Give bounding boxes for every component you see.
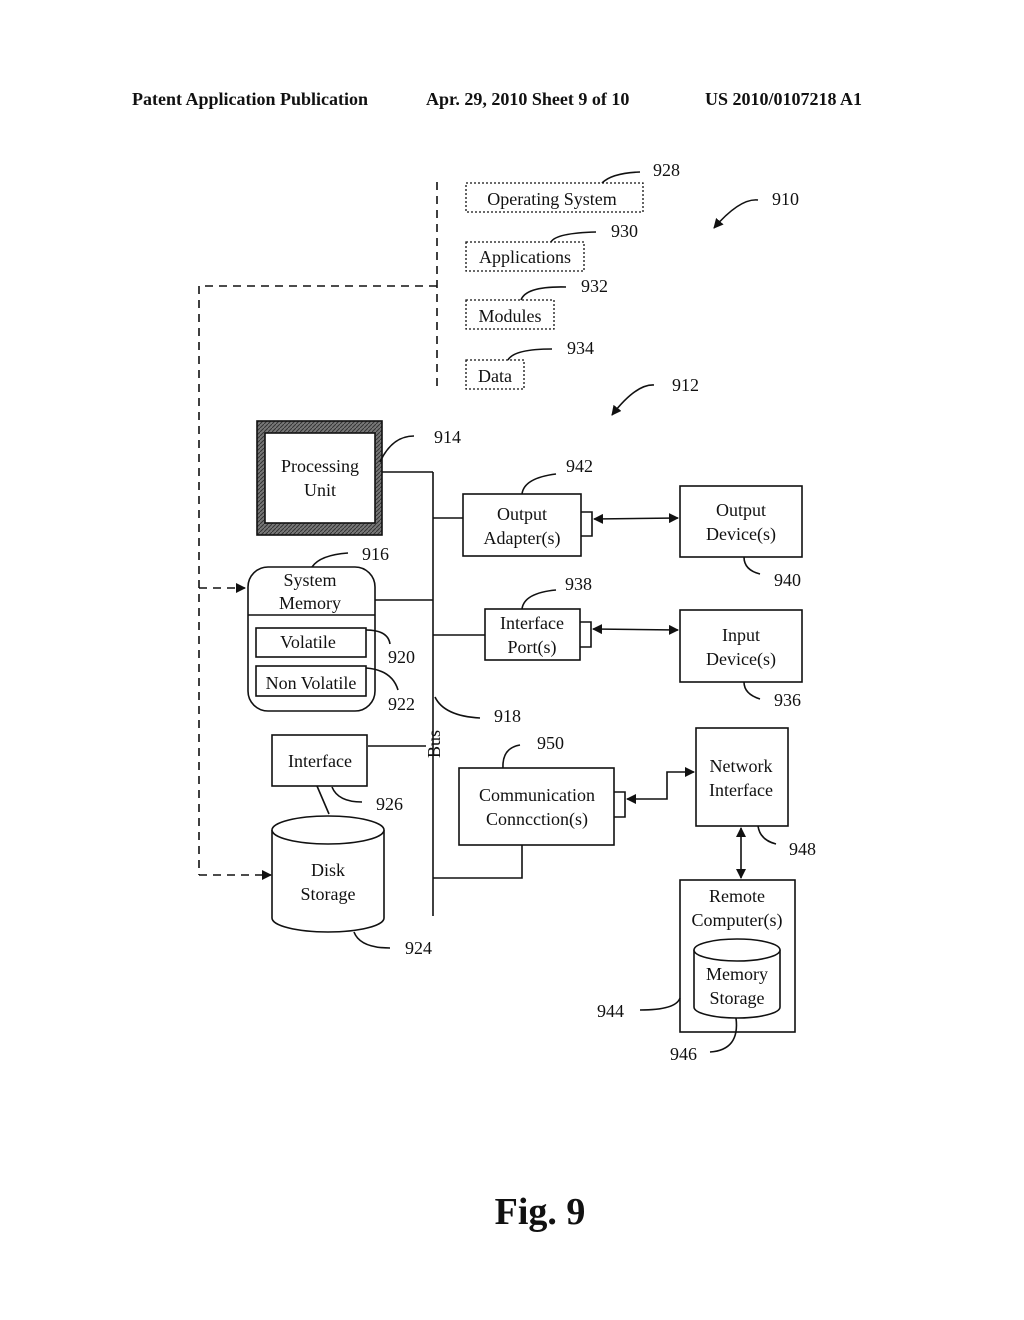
- output-device-label-2: Device(s): [706, 524, 776, 545]
- disk-storage-label-2: Storage: [301, 884, 356, 904]
- figure-diagram: Operating System Applications Modules Da…: [198, 160, 816, 1064]
- volatile-label: Volatile: [280, 632, 336, 652]
- ref-934: 934: [567, 338, 594, 358]
- figure-caption: Fig. 9: [494, 1191, 586, 1233]
- modules-label: Modules: [479, 306, 542, 326]
- ref-944: 944: [597, 1001, 624, 1021]
- output-adapter-label-1: Output: [497, 504, 547, 524]
- output-device-label-1: Output: [716, 500, 766, 520]
- ref-916: 916: [362, 544, 389, 564]
- ref-946: 946: [670, 1044, 697, 1064]
- remote-computer-label-1: Remote: [709, 886, 765, 906]
- processing-unit-label-2: Unit: [304, 480, 336, 500]
- memory-storage-label-2: Storage: [710, 988, 765, 1008]
- interface-port-label-1: Interface: [500, 613, 564, 633]
- ref-950: 950: [537, 733, 564, 753]
- interface-label: Interface: [288, 751, 352, 771]
- output-adapter-label-2: Adapter(s): [484, 528, 561, 549]
- input-device-label-2: Device(s): [706, 649, 776, 670]
- network-interface-box: [695, 727, 789, 827]
- ref-922: 922: [388, 694, 415, 714]
- output-device-box: [679, 485, 803, 558]
- processing-unit-label-1: Processing: [281, 456, 359, 476]
- ref-920: 920: [388, 647, 415, 667]
- ref-936: 936: [774, 690, 801, 710]
- disk-storage-label-1: Disk: [311, 860, 345, 880]
- ref-926: 926: [376, 794, 403, 814]
- ref-924: 924: [405, 938, 432, 958]
- applications-label: Applications: [479, 247, 571, 267]
- bus-label: Bus: [424, 730, 444, 758]
- ref-940: 940: [774, 570, 801, 590]
- ref-918: 918: [494, 706, 521, 726]
- processing-unit-box: [264, 432, 376, 524]
- system-memory-label-1: System: [283, 570, 336, 590]
- arrow-910-icon: [713, 199, 759, 229]
- input-device-label-1: Input: [722, 625, 760, 645]
- input-device-box: [679, 609, 803, 683]
- memory-storage-label-1: Memory: [706, 964, 768, 984]
- ref-938: 938: [565, 574, 592, 594]
- ref-932: 932: [581, 276, 608, 296]
- ref-948: 948: [789, 839, 816, 859]
- ref-914: 914: [434, 427, 461, 447]
- communication-connection-label-2: Conncction(s): [486, 809, 588, 830]
- communication-connection-label-1: Communication: [479, 785, 595, 805]
- network-interface-label-1: Network: [710, 756, 773, 776]
- ref-930: 930: [611, 221, 638, 241]
- ref-910: 910: [772, 189, 799, 209]
- non-volatile-label: Non Volatile: [266, 673, 357, 693]
- system-memory-label-2: Memory: [279, 593, 341, 613]
- ref-928: 928: [653, 160, 680, 180]
- interface-port-label-2: Port(s): [508, 637, 557, 658]
- remote-computer-label-2: Computer(s): [692, 910, 783, 931]
- network-interface-label-2: Interface: [709, 780, 773, 800]
- communication-connection-box: [458, 767, 615, 846]
- arrow-912-icon: [611, 384, 655, 416]
- ref-912: 912: [672, 375, 699, 395]
- data-label: Data: [478, 366, 512, 386]
- operating-system-label: Operating System: [487, 189, 616, 209]
- ref-942: 942: [566, 456, 593, 476]
